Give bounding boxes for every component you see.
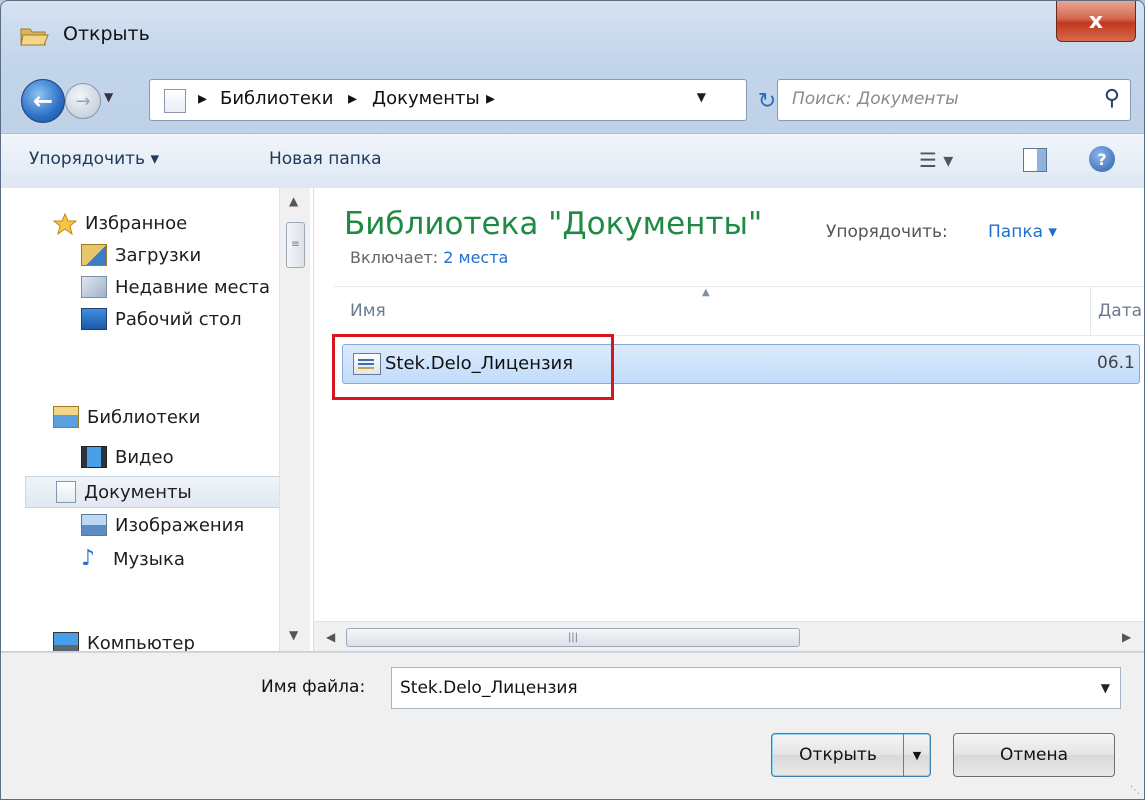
dialog-footer: Имя файла: Stek.Delo_Лицензия ▼ Открыть … xyxy=(1,652,1144,799)
file-list-pane: Библиотека "Документы" Включает: 2 места… xyxy=(314,188,1144,651)
sidebar-item-label: Загрузки xyxy=(115,244,202,266)
back-arrow-icon: ← xyxy=(32,87,54,115)
sidebar-item-label: Музыка xyxy=(113,548,185,570)
file-list-horizontal-scrollbar[interactable]: ◀ ||| ▶ xyxy=(314,621,1144,651)
arrange-by-dropdown[interactable]: Папка ▾ xyxy=(988,222,1057,242)
recent-pages-chevron-icon[interactable]: ▼ xyxy=(104,90,113,104)
scroll-thumb[interactable]: ≡ xyxy=(286,222,305,268)
scroll-thumb[interactable]: ||| xyxy=(346,628,800,647)
filename-field[interactable]: Stek.Delo_Лицензия ▼ xyxy=(391,667,1121,709)
open-button[interactable]: Открыть ▼ xyxy=(771,733,931,777)
scroll-up-arrow-icon[interactable]: ▲ xyxy=(289,194,298,208)
sidebar-item-downloads[interactable]: Загрузки xyxy=(81,240,201,270)
sidebar-item-documents[interactable]: Документы xyxy=(25,476,283,508)
sidebar-item-music[interactable]: ♪ Музыка xyxy=(81,544,185,574)
scroll-down-arrow-icon[interactable]: ▼ xyxy=(289,628,298,642)
column-header-name[interactable]: Имя xyxy=(350,301,386,321)
breadcrumb-libraries[interactable]: Библиотеки xyxy=(220,88,334,109)
recent-places-icon xyxy=(81,276,107,298)
breadcrumb-separator-icon[interactable]: ▸ xyxy=(198,88,207,109)
sidebar-group-libraries[interactable]: Библиотеки xyxy=(53,402,201,432)
cancel-button-label: Отмена xyxy=(999,745,1069,765)
search-icon[interactable]: ⚲ xyxy=(1104,86,1120,111)
sidebar-group-computer[interactable]: Компьютер xyxy=(53,628,195,651)
command-bar: Упорядочить ▾ Новая папка ☰ ▾ ? xyxy=(1,133,1144,189)
breadcrumb-documents[interactable]: Документы xyxy=(372,88,480,109)
sidebar-item-label: Документы xyxy=(84,481,192,503)
navigation-bar: ← → ▼ ▸ Библиотеки ▸ Документы ▸ ▼ ↻ Пои… xyxy=(1,63,1144,127)
sidebar-item-label: Недавние места xyxy=(115,276,271,298)
preview-pane-icon[interactable] xyxy=(1023,148,1047,172)
open-folder-icon xyxy=(19,23,49,52)
sidebar-item-label: Библиотеки xyxy=(87,406,201,428)
window-title: Открыть xyxy=(63,23,150,45)
documents-library-icon xyxy=(56,481,76,503)
address-history-dropdown-icon[interactable]: ▼ xyxy=(697,90,706,104)
filename-dropdown-icon[interactable]: ▼ xyxy=(1101,681,1110,695)
breadcrumb-separator-icon[interactable]: ▸ xyxy=(348,88,357,109)
search-box[interactable]: Поиск: Документы ⚲ xyxy=(777,79,1131,121)
sidebar-item-label: Избранное xyxy=(85,212,188,234)
forward-arrow-icon: → xyxy=(75,90,91,112)
column-header-date[interactable]: Дата xyxy=(1098,301,1142,321)
new-folder-button[interactable]: Новая папка xyxy=(269,149,382,169)
resize-grip-icon[interactable]: ⋱ xyxy=(1130,785,1140,796)
back-button[interactable]: ← xyxy=(21,79,65,123)
close-button[interactable]: x xyxy=(1056,1,1136,42)
cancel-button[interactable]: Отмена xyxy=(953,733,1115,777)
includes-label: Включает: xyxy=(350,248,439,267)
sidebar-item-video[interactable]: Видео xyxy=(81,442,174,472)
open-options-dropdown-icon[interactable]: ▼ xyxy=(903,734,930,776)
pictures-library-icon xyxy=(81,514,107,536)
navigation-pane: Избранное Загрузки Недавние места Рабочи… xyxy=(1,188,314,651)
sidebar-item-pictures[interactable]: Изображения xyxy=(81,510,244,540)
red-highlight-frame xyxy=(332,334,614,400)
file-date: 06.1 xyxy=(1097,353,1135,373)
library-location-icon xyxy=(164,89,186,113)
sidebar-group-favorites[interactable]: Избранное xyxy=(52,208,188,238)
library-includes: Включает: 2 места xyxy=(350,248,508,267)
desktop-icon xyxy=(81,308,107,330)
breadcrumb-separator-icon[interactable]: ▸ xyxy=(486,88,495,109)
organize-button[interactable]: Упорядочить ▾ xyxy=(29,149,159,169)
library-title: Библиотека "Документы" xyxy=(344,206,763,242)
scroll-right-arrow-icon[interactable]: ▶ xyxy=(1122,630,1131,644)
column-header-row: Имя ▲ Дата xyxy=(334,286,1144,336)
sidebar-item-desktop[interactable]: Рабочий стол xyxy=(81,304,242,334)
change-view-icon[interactable]: ☰ ▾ xyxy=(919,148,953,172)
column-divider[interactable] xyxy=(1090,287,1091,335)
open-button-label: Открыть xyxy=(799,745,877,765)
sort-ascending-icon: ▲ xyxy=(702,287,710,298)
includes-locations-link[interactable]: 2 места xyxy=(443,248,508,267)
scroll-left-arrow-icon[interactable]: ◀ xyxy=(326,630,335,644)
sidebar-item-label: Видео xyxy=(115,446,174,468)
close-icon: x xyxy=(1088,8,1104,34)
computer-icon xyxy=(53,632,79,651)
music-library-icon: ♪ xyxy=(81,546,96,571)
sidebar-item-label: Компьютер xyxy=(87,632,195,652)
navigation-vertical-scrollbar[interactable]: ▲ ≡ ▼ xyxy=(279,188,310,651)
search-input[interactable]: Поиск: Документы xyxy=(792,89,959,109)
libraries-icon xyxy=(53,406,79,428)
filename-value[interactable]: Stek.Delo_Лицензия xyxy=(400,678,578,698)
downloads-folder-icon xyxy=(81,244,107,266)
arrange-by-label: Упорядочить: xyxy=(826,222,948,242)
forward-button[interactable]: → xyxy=(65,83,101,119)
video-library-icon xyxy=(81,446,107,468)
sidebar-item-recent-places[interactable]: Недавние места xyxy=(81,272,270,302)
sidebar-item-label: Рабочий стол xyxy=(115,308,242,330)
title-bar: Открыть x xyxy=(1,1,1144,61)
help-icon[interactable]: ? xyxy=(1089,146,1115,172)
open-file-dialog: Открыть x ← → ▼ ▸ Библиотеки ▸ Документы… xyxy=(0,0,1145,800)
sidebar-item-label: Изображения xyxy=(115,514,245,536)
favorites-star-icon xyxy=(52,212,78,236)
filename-label: Имя файла: xyxy=(261,677,366,697)
address-bar[interactable]: ▸ Библиотеки ▸ Документы ▸ ▼ ↻ xyxy=(149,79,776,121)
